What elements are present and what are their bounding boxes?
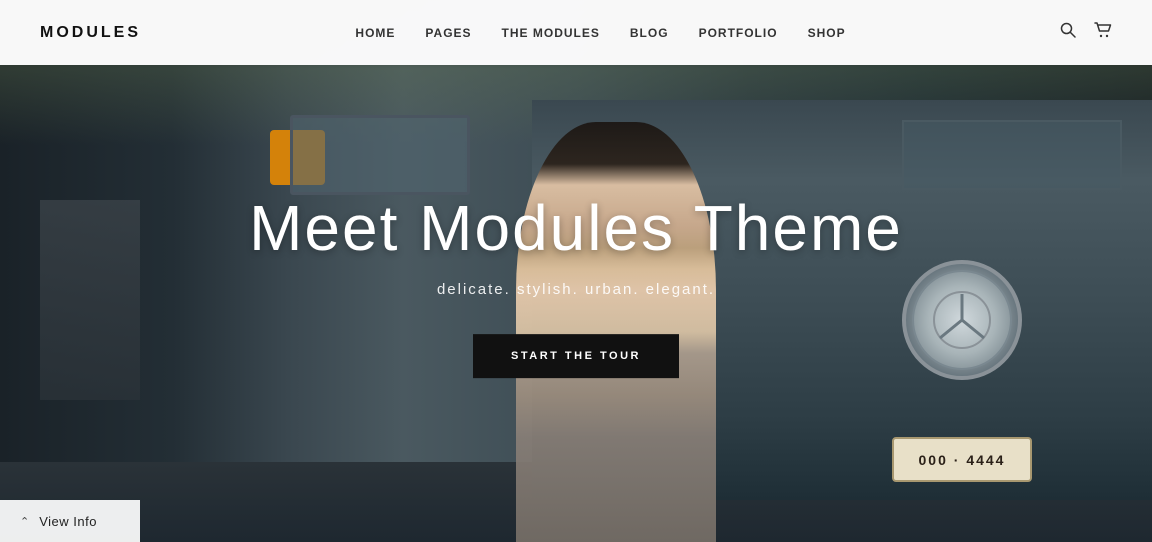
nav-item-the-modules[interactable]: THE MODULES <box>502 24 600 42</box>
bg-stairs <box>40 200 140 400</box>
nav-item-blog[interactable]: BLOG <box>630 24 669 42</box>
hero-title: Meet Modules Theme <box>226 193 926 263</box>
windshield <box>290 115 470 195</box>
nav-item-portfolio[interactable]: PORTFOLIO <box>699 24 778 42</box>
view-info-bar[interactable]: ⌃ View Info <box>0 500 140 542</box>
emblem-inner <box>912 270 1012 370</box>
hero-content: Meet Modules Theme delicate. stylish. ur… <box>226 193 926 378</box>
cart-icon[interactable] <box>1094 22 1112 43</box>
nav-link-portfolio[interactable]: PORTFOLIO <box>699 26 778 40</box>
window-right <box>902 120 1122 190</box>
nav-item-home[interactable]: HOME <box>355 24 395 42</box>
site-logo: MODULES <box>40 24 141 42</box>
nav-icons <box>1060 22 1112 43</box>
hero-subtitle: delicate. stylish. urban. elegant. <box>226 282 926 299</box>
mercedes-star-icon <box>932 290 992 350</box>
view-info-label: View Info <box>39 514 97 529</box>
nav-link-the-modules[interactable]: THE MODULES <box>502 26 600 40</box>
nav-link-blog[interactable]: BLOG <box>630 26 669 40</box>
nav-link-pages[interactable]: PAGES <box>425 26 471 40</box>
nav-item-shop[interactable]: SHOP <box>808 24 846 42</box>
nav-item-pages[interactable]: PAGES <box>425 24 471 42</box>
chevron-up-icon: ⌃ <box>20 515 29 528</box>
license-plate: 000 · 4444 <box>892 437 1032 482</box>
nav-link-shop[interactable]: SHOP <box>808 26 846 40</box>
hero-section: 000 · 4444 MODULES HOME PAGES THE MODULE… <box>0 0 1152 542</box>
nav-link-home[interactable]: HOME <box>355 26 395 40</box>
nav-links: HOME PAGES THE MODULES BLOG PORTFOLIO SH… <box>355 24 845 42</box>
navbar: MODULES HOME PAGES THE MODULES BLOG PORT… <box>0 0 1152 65</box>
start-tour-button[interactable]: START THE TOUR <box>473 335 679 379</box>
search-icon[interactable] <box>1060 22 1076 43</box>
